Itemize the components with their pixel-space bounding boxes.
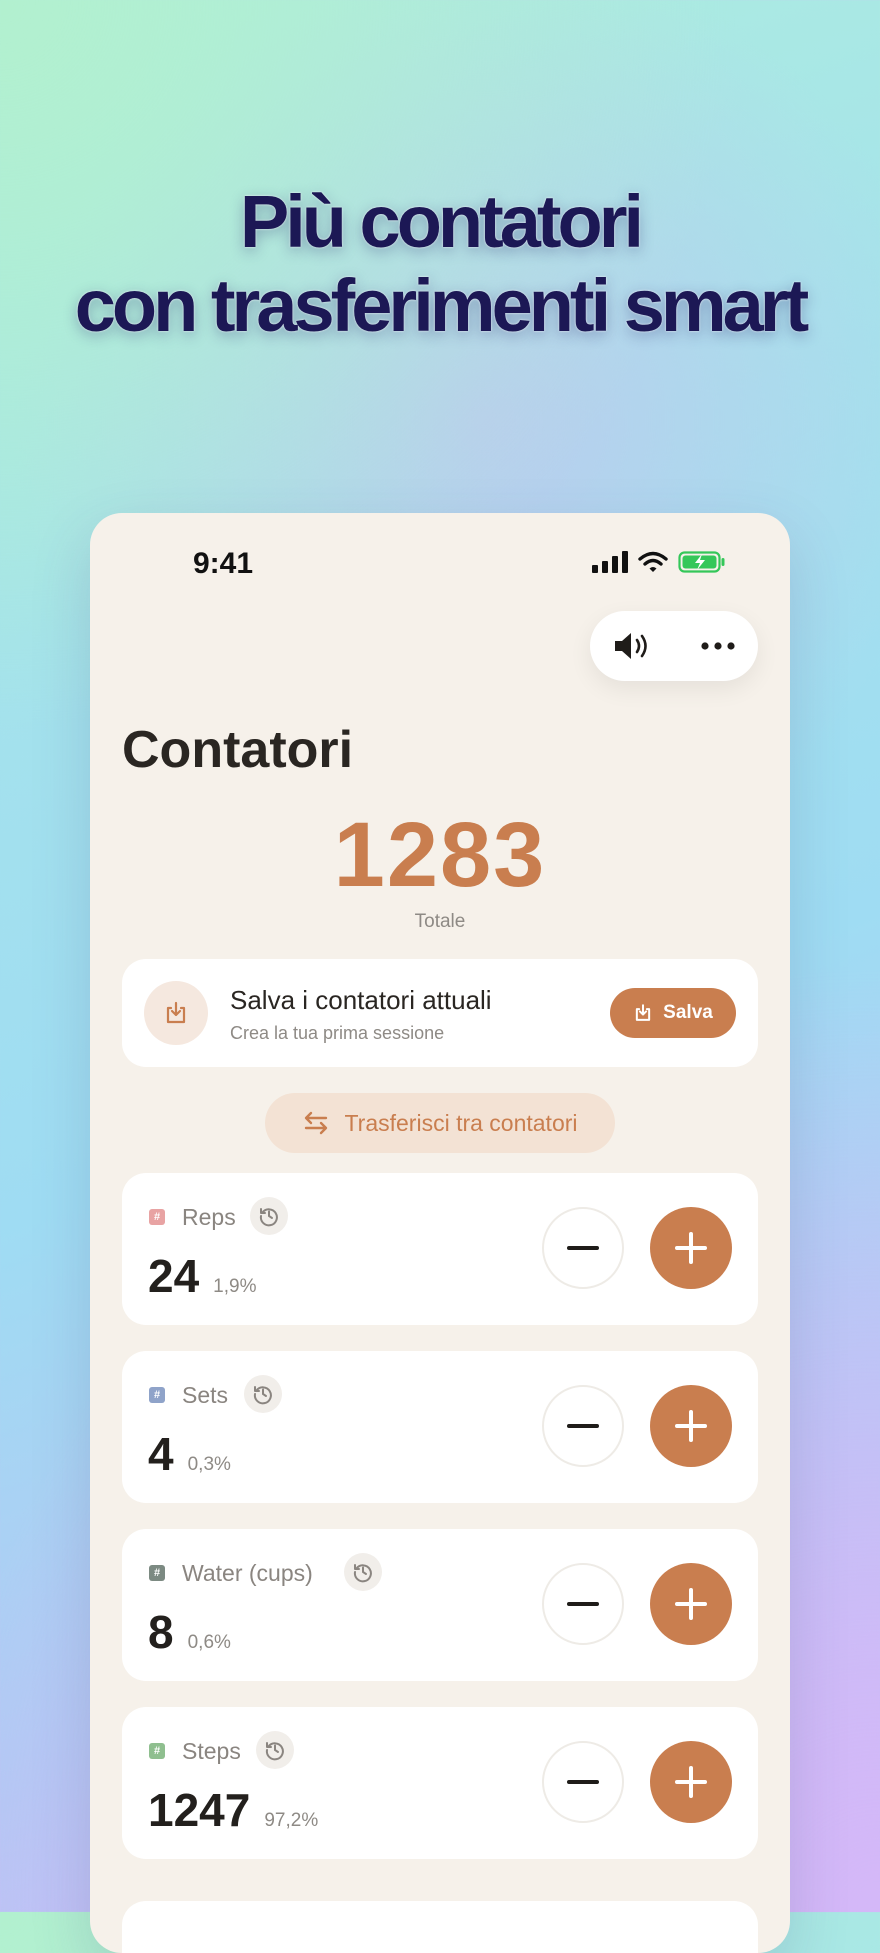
counter-value: 4 bbox=[148, 1428, 174, 1480]
minus-icon bbox=[567, 1246, 599, 1250]
decrement-button[interactable] bbox=[542, 1563, 624, 1645]
increment-button[interactable] bbox=[650, 1563, 732, 1645]
headline: Più contatori con trasferimenti smart bbox=[0, 180, 880, 348]
counter-card-sets: # Sets 4 0,3% bbox=[122, 1351, 758, 1503]
counter-percent: 1,9% bbox=[213, 1276, 257, 1297]
history-icon[interactable] bbox=[250, 1197, 288, 1235]
minus-icon bbox=[567, 1780, 599, 1784]
transfer-arrows-icon bbox=[305, 1111, 328, 1135]
save-card-icon bbox=[144, 981, 208, 1045]
minus-icon bbox=[567, 1602, 599, 1606]
counter-name: Steps bbox=[182, 1738, 241, 1764]
counter-percent: 0,3% bbox=[187, 1454, 231, 1475]
save-button[interactable]: Salva bbox=[610, 988, 736, 1038]
wifi-icon bbox=[638, 551, 668, 572]
counter-name: Water (cups) bbox=[182, 1560, 313, 1586]
battery-icon bbox=[678, 551, 725, 573]
counter-value: 1247 bbox=[148, 1784, 251, 1836]
counter-tag-icon: # bbox=[149, 1209, 165, 1225]
counter-name: Reps bbox=[182, 1204, 236, 1230]
counter-card-steps: # Steps 1247 97,2% bbox=[122, 1707, 758, 1859]
headline-line-1: Più contatori bbox=[239, 180, 644, 263]
counter-value: 24 bbox=[148, 1250, 200, 1302]
save-session-card: Salva i contatori attuali Crea la tua pr… bbox=[122, 959, 758, 1067]
next-card-peek bbox=[122, 1901, 758, 1953]
history-icon[interactable] bbox=[256, 1731, 294, 1769]
increment-button[interactable] bbox=[650, 1207, 732, 1289]
plus-icon bbox=[675, 1410, 707, 1442]
decrement-button[interactable] bbox=[542, 1741, 624, 1823]
status-icons bbox=[592, 551, 726, 573]
total-value: 1283 bbox=[333, 804, 547, 906]
phone-screen: 9:41 Contatori 1283 Totale Salva i conta… bbox=[90, 513, 790, 1953]
plus-icon bbox=[675, 1588, 707, 1620]
increment-button[interactable] bbox=[650, 1385, 732, 1467]
save-download-icon bbox=[636, 1004, 651, 1021]
decrement-button[interactable] bbox=[542, 1207, 624, 1289]
plus-icon bbox=[675, 1766, 707, 1798]
increment-button[interactable] bbox=[650, 1741, 732, 1823]
transfer-label: Trasferisci tra contatori bbox=[344, 1109, 578, 1136]
counter-tag-icon: # bbox=[149, 1387, 165, 1403]
history-icon[interactable] bbox=[244, 1375, 282, 1413]
counter-tag-icon: # bbox=[149, 1565, 165, 1581]
page-title: Contatori bbox=[122, 721, 354, 779]
signal-icon bbox=[592, 551, 628, 573]
save-button-label: Salva bbox=[663, 1002, 713, 1023]
counter-tag-icon: # bbox=[149, 1743, 165, 1759]
download-tray-icon bbox=[166, 1001, 186, 1024]
counter-card-water: # Water (cups) 8 0,6% bbox=[122, 1529, 758, 1681]
plus-icon bbox=[675, 1232, 707, 1264]
counter-percent: 0,6% bbox=[187, 1632, 231, 1653]
counter-percent: 97,2% bbox=[264, 1810, 319, 1831]
counter-name: Sets bbox=[182, 1382, 229, 1408]
more-icon[interactable] bbox=[700, 641, 736, 651]
decrement-button[interactable] bbox=[542, 1385, 624, 1467]
save-card-subtitle: Crea la tua prima sessione bbox=[230, 1023, 445, 1043]
status-time: 9:41 bbox=[193, 547, 254, 580]
save-card-title: Salva i contatori attuali bbox=[230, 985, 492, 1015]
counter-value: 8 bbox=[148, 1606, 174, 1658]
total-label: Totale bbox=[414, 911, 466, 932]
minus-icon bbox=[567, 1424, 599, 1428]
speaker-icon[interactable] bbox=[612, 629, 656, 663]
top-actions-pill bbox=[590, 611, 758, 681]
transfer-button[interactable]: Trasferisci tra contatori bbox=[265, 1093, 615, 1153]
headline-line-2: con trasferimenti smart bbox=[74, 264, 810, 347]
history-icon[interactable] bbox=[344, 1553, 382, 1591]
counter-card-reps: # Reps 24 1,9% bbox=[122, 1173, 758, 1325]
